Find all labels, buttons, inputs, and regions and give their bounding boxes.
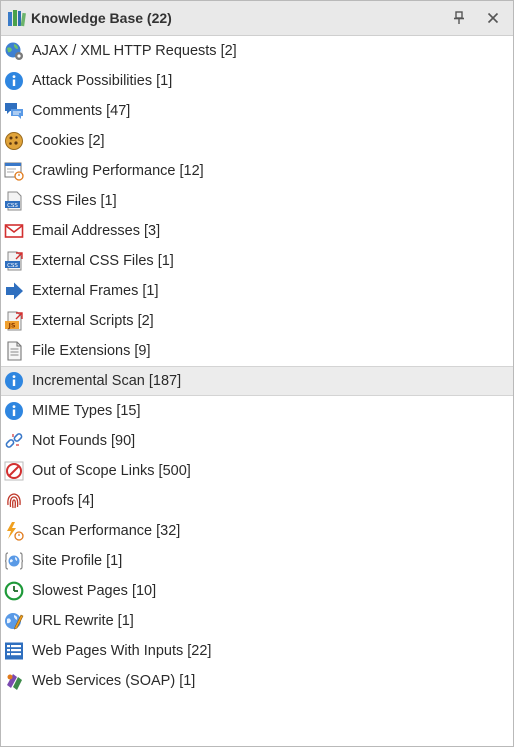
cookie-icon [3,130,25,152]
list-item-label: Scan Performance [32] [32,523,181,539]
svg-text:CSS: CSS [7,263,18,269]
title-actions [449,8,503,28]
list-item-not-founds[interactable]: Not Founds [90] [1,426,513,456]
info-icon [3,400,25,422]
form-list-icon [3,640,25,662]
performance-chart-icon [3,160,25,182]
info-icon [3,370,25,392]
books-icon [6,7,28,29]
panel-title: Knowledge Base (22) [31,10,172,26]
list-item-email-addresses[interactable]: Email Addresses [3] [1,216,513,246]
list-item-label: Site Profile [1] [32,553,123,569]
list-item-ajax[interactable]: AJAX / XML HTTP Requests [2] [1,36,513,66]
list-item-label: External CSS Files [1] [32,253,174,269]
globe-braces-icon [3,550,25,572]
soap-services-icon [3,670,25,692]
list-item-file-extensions[interactable]: File Extensions [9] [1,336,513,366]
info-icon [3,70,25,92]
list-item-label: Slowest Pages [10] [32,583,157,599]
broken-link-icon [3,430,25,452]
pin-icon[interactable] [449,8,469,28]
lightning-timer-icon [3,520,25,542]
list-item-label: Out of Scope Links [500] [32,463,191,479]
external-js-icon: JS [3,310,25,332]
globe-pencil-icon [3,610,25,632]
list-item-label: MIME Types [15] [32,403,141,419]
list-item-incremental-scan[interactable]: Incremental Scan [187] [1,366,513,396]
list-item-label: Crawling Performance [12] [32,163,204,179]
list-item-label: URL Rewrite [1] [32,613,134,629]
list-item-label: External Frames [1] [32,283,159,299]
knowledge-base-panel: Knowledge Base (22) AJAX / XML HTTP Requ… [0,0,514,747]
list-item-comments[interactable]: Comments [47] [1,96,513,126]
list-item-label: File Extensions [9] [32,343,151,359]
fingerprint-icon [3,490,25,512]
arrow-right-icon [3,280,25,302]
list-item-cookies[interactable]: Cookies [2] [1,126,513,156]
list-item-attack-possibilities[interactable]: Attack Possibilities [1] [1,66,513,96]
css-file-icon: CSS [3,190,25,212]
list-item-label: Cookies [2] [32,133,105,149]
list-item-proofs[interactable]: Proofs [4] [1,486,513,516]
list-item-web-services-soap[interactable]: Web Services (SOAP) [1] [1,666,513,696]
external-css-icon: CSS [3,250,25,272]
list-item-label: Incremental Scan [187] [32,373,182,389]
list-item-site-profile[interactable]: Site Profile [1] [1,546,513,576]
document-icon [3,340,25,362]
comments-icon [3,100,25,122]
list-item-label: Web Pages With Inputs [22] [32,643,212,659]
list-item-out-of-scope-links[interactable]: Out of Scope Links [500] [1,456,513,486]
list-item-label: Web Services (SOAP) [1] [32,673,196,689]
list-item-scan-performance[interactable]: Scan Performance [32] [1,516,513,546]
prohibited-icon [3,460,25,482]
list-item-label: Attack Possibilities [1] [32,73,173,89]
list-item-external-frames[interactable]: External Frames [1] [1,276,513,306]
list-item-web-pages-with-inputs[interactable]: Web Pages With Inputs [22] [1,636,513,666]
panel-titlebar: Knowledge Base (22) [1,1,513,36]
close-icon[interactable] [483,8,503,28]
globe-gear-icon [3,40,25,62]
list-item-css-files[interactable]: CSS CSS Files [1] [1,186,513,216]
svg-text:JS: JS [7,322,15,330]
list-item-label: Proofs [4] [32,493,95,509]
list-item-external-scripts[interactable]: JS External Scripts [2] [1,306,513,336]
list-item-label: CSS Files [1] [32,193,117,209]
list-item-label: Comments [47] [32,103,131,119]
knowledge-base-list: AJAX / XML HTTP Requests [2] Attack Poss… [1,36,513,696]
list-item-slowest-pages[interactable]: Slowest Pages [10] [1,576,513,606]
list-item-mime-types[interactable]: MIME Types [15] [1,396,513,426]
list-item-label: Email Addresses [3] [32,223,161,239]
list-item-label: External Scripts [2] [32,313,154,329]
clock-icon [3,580,25,602]
list-item-label: AJAX / XML HTTP Requests [2] [32,43,237,59]
list-item-url-rewrite[interactable]: URL Rewrite [1] [1,606,513,636]
svg-text:CSS: CSS [7,203,18,209]
list-item-label: Not Founds [90] [32,433,136,449]
envelope-icon [3,220,25,242]
list-item-external-css-files[interactable]: CSS External CSS Files [1] [1,246,513,276]
list-item-crawling-performance[interactable]: Crawling Performance [12] [1,156,513,186]
